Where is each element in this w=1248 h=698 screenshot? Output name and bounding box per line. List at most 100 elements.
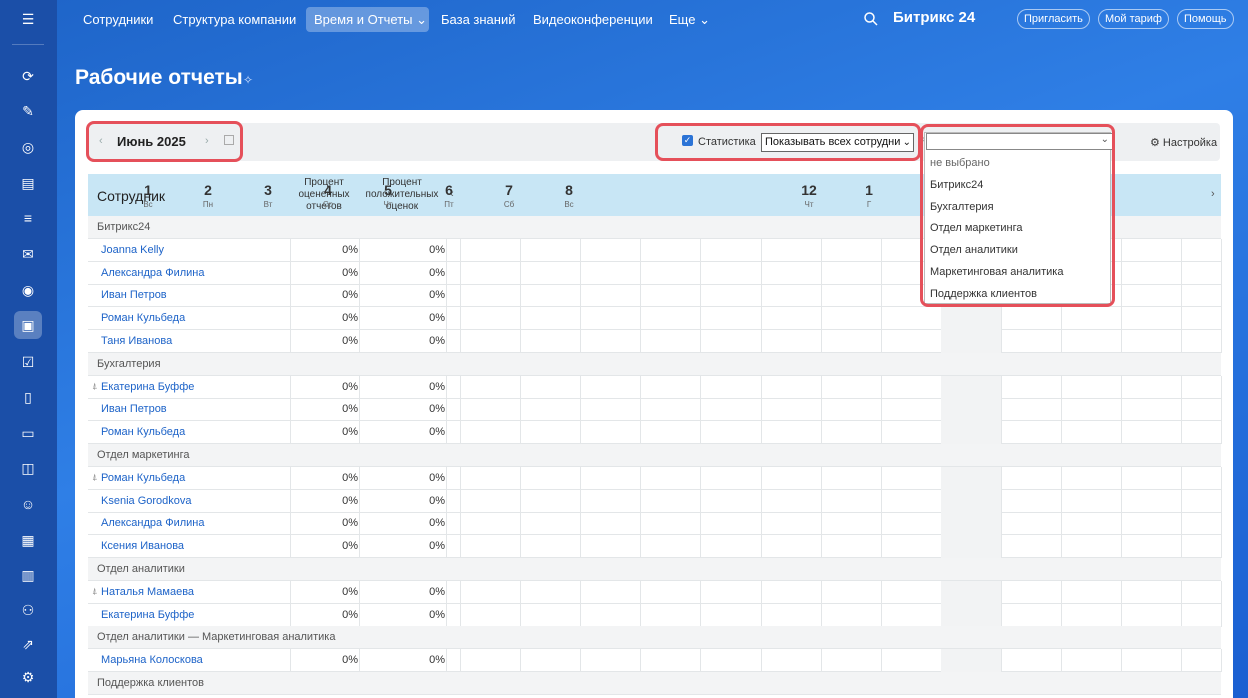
filter-icon[interactable]: ≡ [14,204,42,232]
robot-icon[interactable]: ☺ [14,490,42,518]
disk-icon[interactable]: ◎ [14,133,42,161]
grid-line [1181,398,1182,422]
mail-icon[interactable]: ✉ [14,240,42,268]
file-icon[interactable]: ▯ [14,383,42,411]
dropdown-option[interactable]: Бухгалтерия [930,201,994,213]
card-icon[interactable]: ▭ [14,419,42,447]
grid-line [290,421,291,445]
grid-line [881,512,882,536]
weekend-cell[interactable] [941,375,1001,399]
weekend-cell[interactable] [941,580,1001,604]
calendar-icon[interactable]: ▦ [14,526,42,554]
table-row: Ксения Иванова 0% 0% [88,535,1222,559]
grid-line [1221,238,1222,262]
scroll-right-icon[interactable]: › [1211,188,1215,200]
grid-line [1121,261,1122,285]
grid-line [520,398,521,422]
grid-line [460,649,461,673]
nav-video-conferences[interactable]: Видеоконференции [525,7,661,32]
grid-line [1001,466,1002,490]
feed-icon[interactable]: ⟳ [14,62,42,90]
day-number: 8 [565,182,573,198]
employee-link[interactable]: Роман Кульбеда [101,426,185,438]
employee-link[interactable]: Роман Кульбеда [101,312,185,324]
users-icon[interactable]: ⚇ [14,596,42,624]
grid-line [700,535,701,559]
grid-line [821,649,822,673]
grid-line [520,649,521,673]
pin-icon[interactable]: ⇗ [14,630,42,658]
employee-link[interactable]: Наталья Мамаева [101,586,194,598]
employee-link[interactable]: Joanna Kelly [101,244,164,256]
tasks-edit-icon[interactable]: ✎ [14,97,42,125]
dropdown-option[interactable]: Отдел аналитики [930,244,1018,256]
employee-link[interactable]: Александра Филина [101,267,204,279]
prev-month-arrow-icon[interactable]: ‹ [99,135,103,147]
weekend-cell[interactable] [941,466,1001,490]
schedule-icon[interactable]: ▥ [14,561,42,589]
employee-link[interactable]: Александра Филина [101,517,204,529]
grid-line [1001,307,1002,331]
employee-link[interactable]: Роман Кульбеда [101,472,185,484]
employee-link[interactable]: Марьяна Колоскова [101,654,203,666]
dropdown-option[interactable]: Поддержка клиентов [930,288,1037,300]
employee-link[interactable]: Екатерина Буффе [101,381,194,393]
weekend-cell[interactable] [941,307,1001,331]
grid-line [700,307,701,331]
grid-line [580,649,581,673]
grid-line [460,375,461,399]
weekend-cell[interactable] [941,489,1001,513]
document-icon[interactable]: ▤ [14,169,42,197]
weekend-cell[interactable] [941,512,1001,536]
nav-knowledge-base[interactable]: База знаний [433,7,524,32]
nav-more[interactable]: Еще ⌄ [661,7,718,32]
employee-link[interactable]: Ксения Иванова [101,540,184,552]
grid-line [446,398,447,422]
reports-icon[interactable]: ▣ [14,311,42,339]
settings-button[interactable]: ⚙ Настройка [1150,136,1217,149]
calendar-picker-icon[interactable] [224,135,234,145]
day-number: 12 [801,182,817,198]
next-month-arrow-icon[interactable]: › [205,135,209,147]
pct-rated-cell: 0% [342,289,358,302]
statistics-checkbox[interactable]: ✓ [682,135,693,146]
employee-link[interactable]: Иван Петров [101,403,167,415]
invite-button[interactable]: Пригласить [1017,9,1090,29]
day-number: 1 [865,182,873,198]
my-tariff-button[interactable]: Мой тариф [1098,9,1169,29]
employee-link[interactable]: Таня Иванова [101,335,172,347]
weekend-cell[interactable] [941,603,1001,627]
search-icon[interactable] [863,11,879,27]
settings-gear-icon[interactable]: ⚙ [14,663,42,691]
checkbox-icon[interactable]: ☑ [14,348,42,376]
nav-employees[interactable]: Сотрудники [75,7,161,32]
grid-line [1061,603,1062,627]
weekend-cell[interactable] [941,535,1001,559]
chat-icon[interactable]: ◫ [14,454,42,482]
grid-line [1001,603,1002,627]
menu-icon[interactable]: ☰ [14,5,42,33]
day-number: 7 [505,182,513,198]
dropdown-option[interactable]: не выбрано [930,157,990,169]
nav-company-structure[interactable]: Структура компании [165,7,304,32]
weekend-cell[interactable] [941,421,1001,445]
grid-line [290,466,291,490]
target-icon[interactable]: ◉ [14,276,42,304]
help-button[interactable]: Помощь [1177,9,1234,29]
pin-icon[interactable]: ✧ [243,73,253,87]
weekend-cell[interactable] [941,330,1001,353]
employee-link[interactable]: Екатерина Буффе [101,609,194,621]
weekend-cell[interactable] [941,398,1001,422]
pct-rated-cell: 0% [342,335,358,347]
employee-link[interactable]: Иван Петров [101,289,167,301]
pct-positive-cell: 0% [429,403,445,416]
pct-rated-cell: 0% [342,517,358,530]
department-select[interactable]: ⌄ [926,133,1113,150]
dropdown-option[interactable]: Отдел маркетинга [930,222,1023,234]
nav-time-reports[interactable]: Время и Отчеты ⌄ [306,7,429,32]
dropdown-option[interactable]: Маркетинговая аналитика [930,266,1063,278]
dropdown-option[interactable]: Битрикс24 [930,179,983,191]
employee-filter-select[interactable]: Показывать всех сотрудни ⌄ [761,133,914,152]
employee-link[interactable]: Ksenia Gorodkova [101,495,192,507]
weekend-cell[interactable] [941,649,1001,673]
